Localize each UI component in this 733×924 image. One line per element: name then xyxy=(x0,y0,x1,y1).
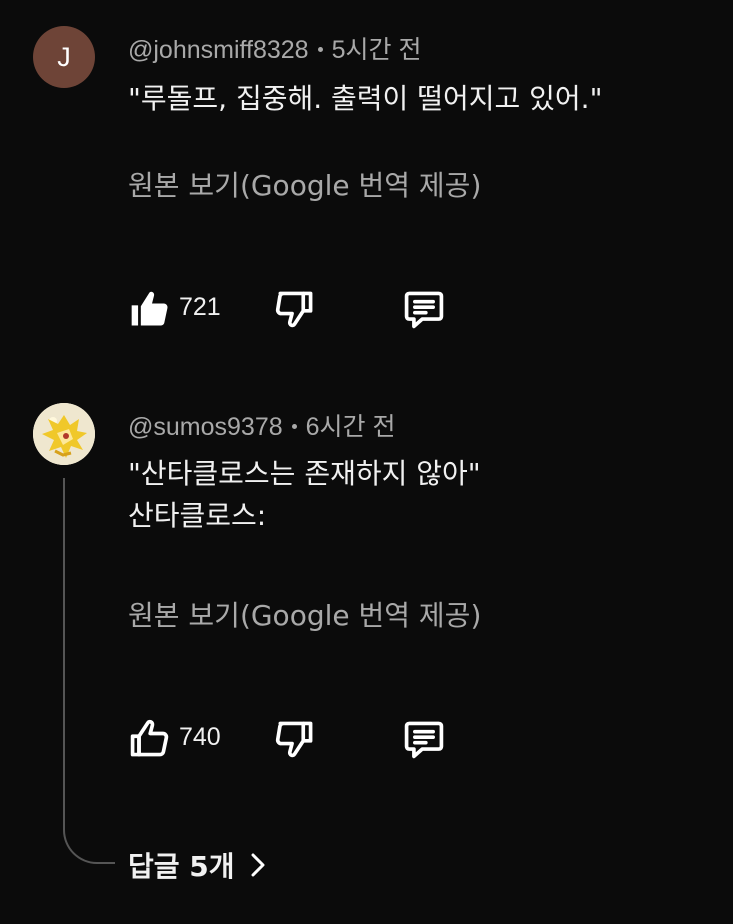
chevron-right-icon xyxy=(251,853,265,877)
comment-meta: @sumos9378 6시간 전 xyxy=(128,407,396,443)
comment-icon xyxy=(404,721,444,759)
comment-actions: 740 xyxy=(128,717,488,761)
separator-dot xyxy=(291,423,297,429)
thread-connector-line xyxy=(63,478,115,864)
reply-button[interactable] xyxy=(402,717,446,761)
yellow-character-avatar-icon xyxy=(33,403,95,465)
dislike-button[interactable] xyxy=(273,717,317,761)
author-name[interactable]: @sumos9378 xyxy=(128,413,283,441)
view-replies-button[interactable]: 답글 5개 xyxy=(128,845,267,885)
like-count: 740 xyxy=(179,723,221,751)
avatar[interactable] xyxy=(33,403,95,465)
thumbs-up-outline-icon xyxy=(130,719,169,757)
like-button[interactable] xyxy=(128,717,172,761)
comment-item: @sumos9378 6시간 전 "산타클로스는 존재하지 않아" 산타클로스: … xyxy=(0,0,733,924)
comment-text: "산타클로스는 존재하지 않아" 산타클로스: xyxy=(128,453,481,537)
comment-time: 6시간 전 xyxy=(305,413,396,441)
comment-text-line: "산타클로스는 존재하지 않아" xyxy=(128,457,481,490)
comment-text-line: 산타클로스: xyxy=(128,499,267,532)
translate-link[interactable]: 원본 보기(Google 번역 제공) xyxy=(128,594,481,634)
replies-label: 답글 5개 xyxy=(128,850,235,883)
thumbs-down-outline-icon xyxy=(275,721,313,758)
